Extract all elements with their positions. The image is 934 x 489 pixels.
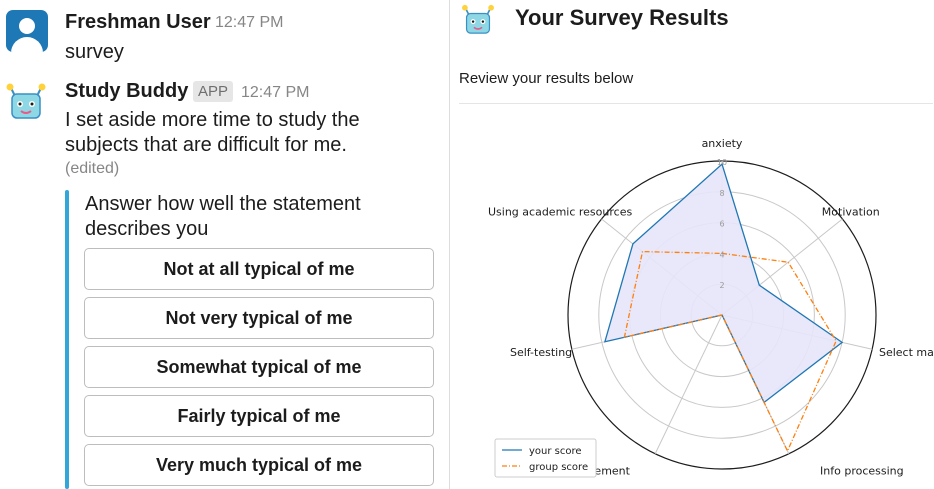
radial-tick-label: 6 [719, 220, 724, 229]
survey-results-pane: Your Survey Results Review your results … [450, 0, 934, 489]
legend-label-group-score: group score [529, 462, 588, 473]
axis-label: Info processing [820, 465, 904, 478]
answer-button-not-at-all[interactable]: Not at all typical of me [84, 248, 434, 290]
user-avatar[interactable] [6, 10, 48, 52]
user-name[interactable]: Freshman User [65, 11, 211, 34]
radial-tick-label: 2 [719, 281, 724, 290]
grid-spoke [654, 314, 723, 454]
answer-button-fairly[interactable]: Fairly typical of me [84, 395, 434, 437]
survey-question: Answer how well the statement describes … [85, 193, 361, 240]
bot-message-time[interactable]: 12:47 PM [241, 84, 309, 102]
legend-label-your-score: your score [529, 446, 582, 457]
axis-label: Using academic resources [488, 206, 632, 219]
axis-label: Self-testing [510, 346, 572, 359]
robot-icon[interactable] [4, 82, 48, 122]
user-message-text: survey [65, 41, 124, 63]
answer-button-somewhat[interactable]: Somewhat typical of me [84, 346, 434, 388]
survey-title: Your Survey Results [515, 5, 729, 30]
answer-button-very-much[interactable]: Very much typical of me [84, 444, 434, 486]
app-badge: APP [193, 81, 234, 102]
radial-tick-label: 10 [717, 158, 727, 167]
user-message-time[interactable]: 12:47 PM [215, 14, 283, 32]
radial-tick-label: 4 [719, 250, 724, 259]
bot-name[interactable]: Study Buddy [65, 80, 188, 103]
edited-label: (edited) [65, 160, 120, 177]
bot-message-text: I set aside more time to study the subje… [65, 109, 360, 156]
survey-subtitle: Review your results below [459, 70, 634, 87]
axis-label: anxiety [702, 137, 743, 150]
robot-icon [462, 4, 494, 34]
axis-label: Select main ideas [879, 346, 934, 359]
chat-pane: Freshman User 12:47 PM survey Study Budd… [0, 0, 449, 489]
chart-legend: your score group score [494, 438, 597, 478]
answer-button-not-very[interactable]: Not very typical of me [84, 297, 434, 339]
axis-label: Motivation [822, 206, 880, 219]
radar-chart: anxiety Motivation Select main ideas Info p… [488, 137, 934, 478]
attachment-accent-bar [65, 190, 69, 489]
radial-tick-label: 8 [719, 189, 724, 198]
